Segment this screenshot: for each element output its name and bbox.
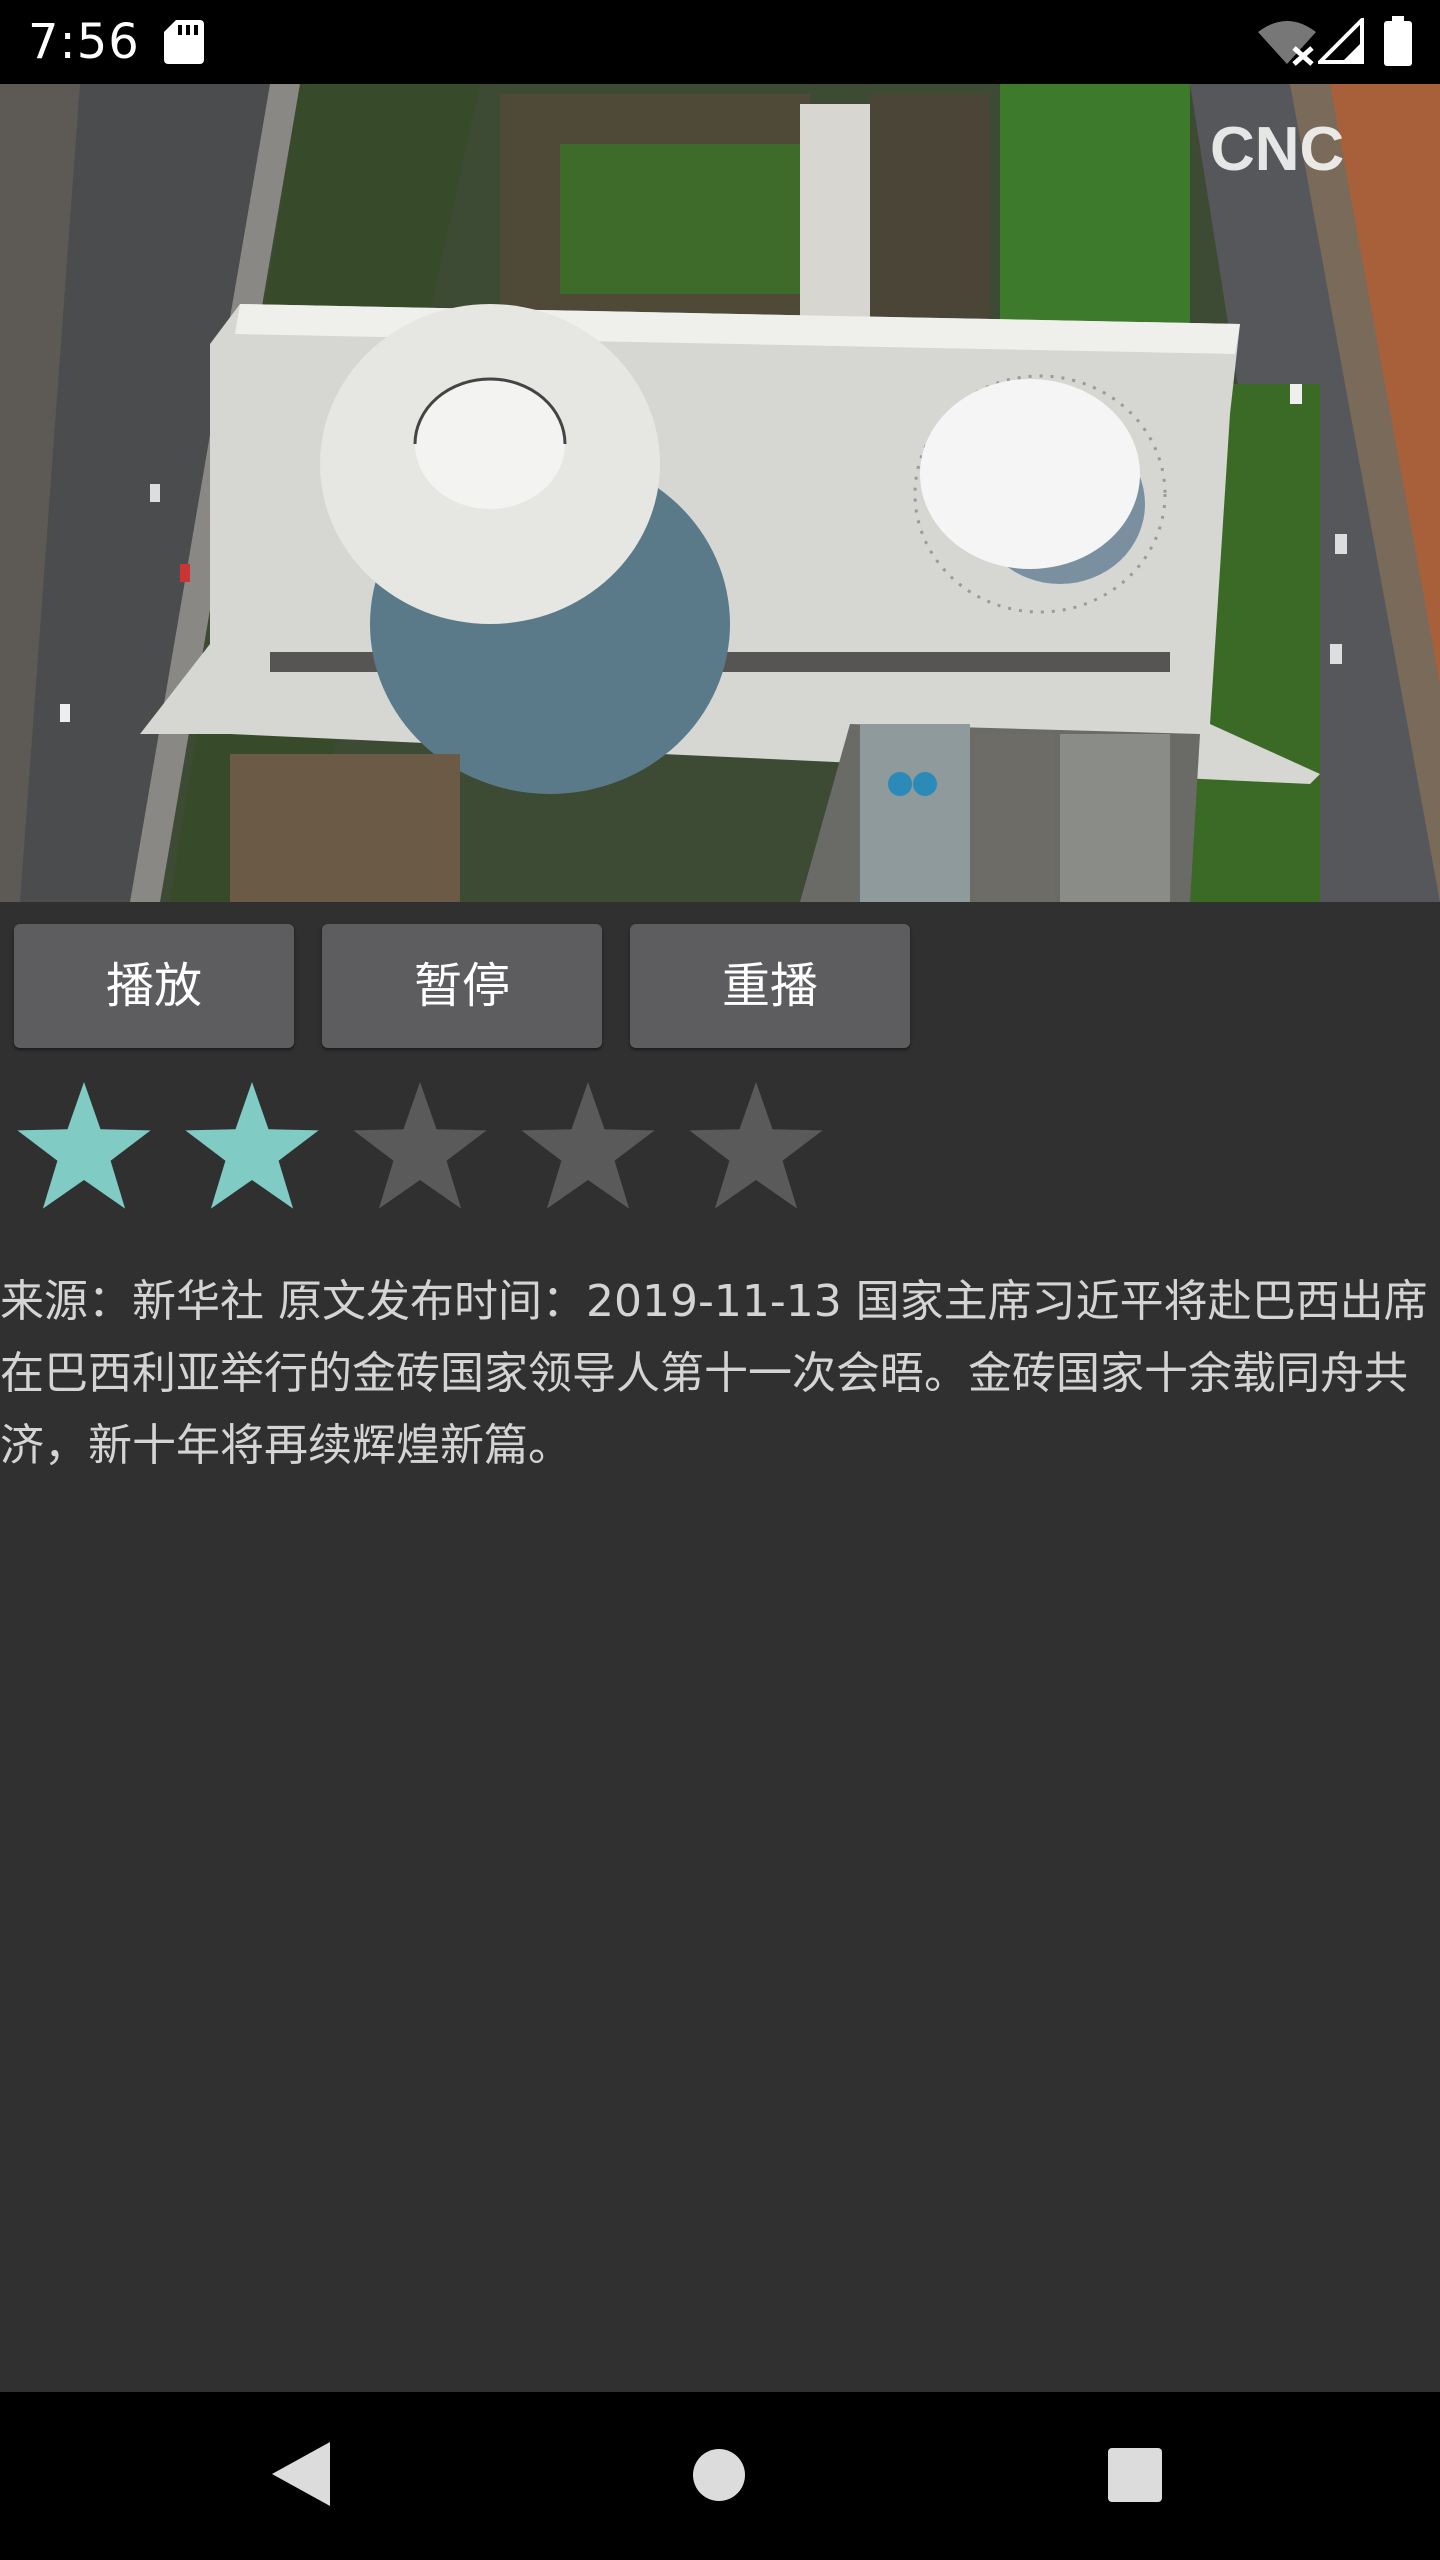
video-player[interactable]: CNC <box>0 84 1440 902</box>
home-icon[interactable] <box>692 2448 746 2502</box>
cell-signal-icon <box>1318 18 1364 64</box>
replay-button[interactable]: 重播 <box>630 924 910 1048</box>
play-button[interactable]: 播放 <box>14 924 294 1048</box>
status-bar: 7:56 <box>0 0 1440 84</box>
watermark-text: CNC <box>1210 115 1344 184</box>
wifi-off-icon <box>1258 21 1316 66</box>
status-time: 7:56 <box>28 14 140 70</box>
rating-star-4-icon[interactable] <box>516 1080 660 1220</box>
navigation-bar <box>0 2392 1440 2560</box>
recents-icon[interactable] <box>1108 2448 1162 2502</box>
description-text: 来源：新华社 原文发布时间：2019-11-13 国家主席习近平将赴巴西出席在巴… <box>0 1276 1428 1471</box>
sd-card-icon <box>164 20 204 64</box>
rating-star-2-icon[interactable] <box>180 1080 324 1220</box>
rating-star-3-icon[interactable] <box>348 1080 492 1220</box>
pause-button[interactable]: 暂停 <box>322 924 602 1048</box>
video-frame <box>0 84 1440 902</box>
battery-icon <box>1384 16 1412 66</box>
rating-star-5-icon[interactable] <box>684 1080 828 1220</box>
rating-star-1-icon[interactable] <box>12 1080 156 1220</box>
back-icon[interactable] <box>272 2442 330 2506</box>
video-watermark: CNC <box>1210 115 1344 184</box>
